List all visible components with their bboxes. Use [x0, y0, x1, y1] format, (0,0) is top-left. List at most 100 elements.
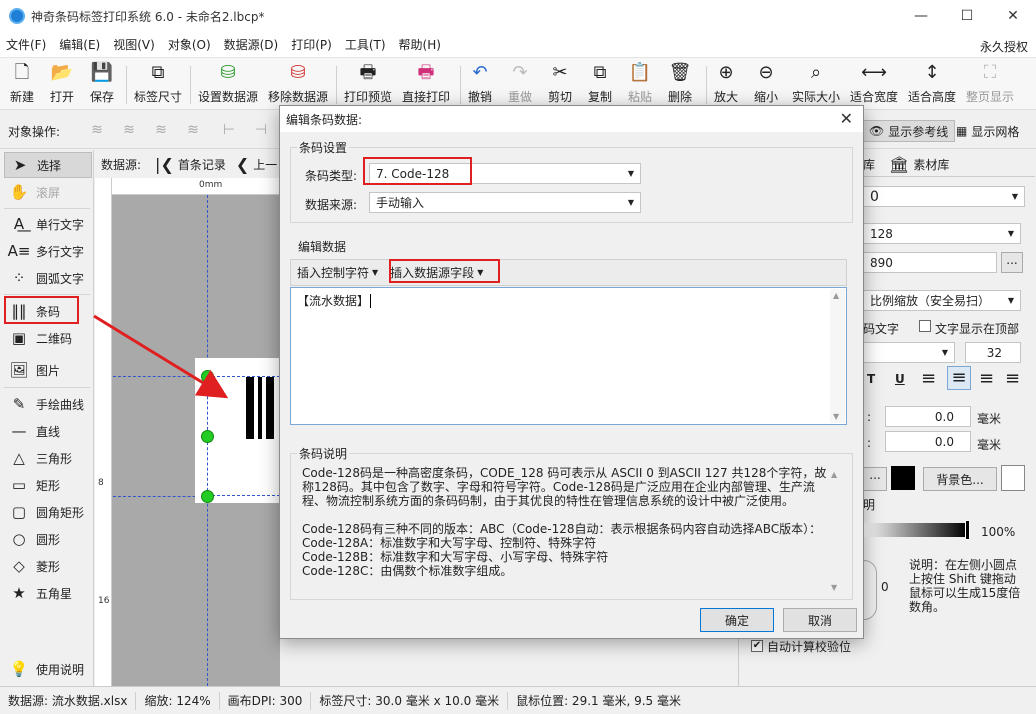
- underline-button[interactable]: U: [895, 372, 905, 386]
- help-button[interactable]: 💡 使用说明: [4, 656, 92, 682]
- align-center-icon[interactable]: ⊣: [252, 122, 270, 138]
- property-dropdown[interactable]: 0 ▼: [863, 186, 1025, 207]
- layer-bottom-icon[interactable]: ≋: [184, 122, 202, 138]
- layer-down-icon[interactable]: ≋: [152, 122, 170, 138]
- tool-select[interactable]: ➤ 选择: [4, 152, 92, 178]
- width-field[interactable]: 0.0: [885, 406, 971, 427]
- layer-top-icon[interactable]: ≋: [88, 122, 106, 138]
- insert-control-char-button[interactable]: 插入控制字符 ▼: [291, 261, 384, 284]
- resize-handle[interactable]: [201, 490, 214, 503]
- tool-round-rect[interactable]: ▢ 圆角矩形: [4, 499, 92, 525]
- fit-width-button[interactable]: ⟷ 适合宽度: [850, 62, 898, 105]
- paste-button[interactable]: 📋 粘贴: [628, 62, 652, 105]
- description-scrollbar[interactable]: ▲ ▼: [828, 464, 843, 594]
- cancel-button[interactable]: 取消: [783, 608, 857, 632]
- tool-qrcode[interactable]: ▣ 二维码: [4, 325, 92, 351]
- scroll-up-icon[interactable]: ▲: [831, 470, 837, 479]
- font-dropdown[interactable]: ▼: [863, 342, 955, 363]
- menu-object[interactable]: 对象(O): [162, 36, 216, 53]
- height-field[interactable]: 0.0: [885, 431, 971, 452]
- menu-edit[interactable]: 编辑(E): [53, 36, 105, 53]
- tool-line[interactable]: — 直线: [4, 418, 92, 444]
- close-window-button[interactable]: ✕: [990, 0, 1036, 32]
- resize-handle[interactable]: [201, 430, 214, 443]
- menu-print[interactable]: 打印(P): [285, 36, 337, 53]
- show-guides-toggle[interactable]: 👁 显示参考线: [862, 120, 956, 142]
- menu-file[interactable]: 文件(F): [0, 36, 51, 53]
- minimize-button[interactable]: —: [898, 0, 944, 32]
- barcode-type-dropdown[interactable]: 128 ▼: [863, 223, 1021, 244]
- first-record-button[interactable]: 首条记录: [178, 156, 226, 173]
- remove-datasource-button[interactable]: ⛁ 移除数据源: [268, 62, 328, 105]
- background-color-button[interactable]: 背景色...: [923, 467, 997, 491]
- zoom-in-button[interactable]: ⊕ 放大: [714, 62, 738, 105]
- resize-handle[interactable]: [201, 370, 214, 383]
- open-button[interactable]: 📂 打开: [50, 62, 74, 105]
- first-record-icon[interactable]: |❮: [155, 155, 174, 174]
- layer-up-icon[interactable]: ≋: [120, 122, 138, 138]
- fit-height-button[interactable]: ↕ 适合高度: [908, 62, 956, 105]
- save-button[interactable]: 💾 保存: [90, 62, 114, 105]
- new-button[interactable]: 🗋 新建: [10, 62, 34, 105]
- auto-checksum-checkbox[interactable]: ✔: [751, 640, 763, 652]
- tool-circle[interactable]: ○ 圆形: [4, 526, 92, 552]
- align-left-icon[interactable]: ≡: [921, 368, 936, 389]
- text-on-top-checkbox[interactable]: [919, 320, 931, 332]
- tool-diamond[interactable]: ◇ 菱形: [4, 553, 92, 579]
- full-page-button[interactable]: ⛶ 整页显示: [966, 62, 1014, 105]
- tool-rect[interactable]: ▭ 矩形: [4, 472, 92, 498]
- zoom-out-button[interactable]: ⊖ 缩小: [754, 62, 778, 105]
- menu-help[interactable]: 帮助(H): [393, 36, 446, 53]
- scroll-up-icon[interactable]: ▲: [833, 291, 839, 300]
- strike-button[interactable]: T: [867, 372, 875, 386]
- cut-button[interactable]: ✂ 剪切: [548, 62, 572, 105]
- tool-single-text[interactable]: A͟ 单行文字: [4, 211, 92, 237]
- tool-image[interactable]: 🖼 图片: [4, 357, 92, 383]
- show-grid-toggle[interactable]: ▦ 显示网格: [956, 120, 1019, 142]
- menu-view[interactable]: 视图(V): [107, 36, 160, 53]
- justify-icon[interactable]: ≡: [1005, 368, 1020, 389]
- transparency-slider[interactable]: [863, 523, 967, 537]
- redo-button[interactable]: ↷ 重做: [508, 62, 532, 105]
- data-source-select[interactable]: 手动输入 ▼: [369, 192, 641, 213]
- barcode-data-field[interactable]: 890: [863, 252, 997, 273]
- tool-multi-text[interactable]: A≡ 多行文字: [4, 238, 92, 264]
- prev-record-button[interactable]: 上一: [253, 156, 277, 173]
- barcode-object[interactable]: [207, 376, 280, 496]
- menu-tools[interactable]: 工具(T): [339, 36, 391, 53]
- editor-scrollbar[interactable]: ▲ ▼: [830, 289, 845, 423]
- undo-button[interactable]: ↶ 撤销: [468, 62, 492, 105]
- tool-scroll[interactable]: ✋ 滚屏: [4, 179, 92, 205]
- prev-record-icon[interactable]: ❮: [236, 155, 249, 174]
- tool-arc-text[interactable]: ⁘ 圆弧文字: [4, 265, 92, 291]
- menu-datasource[interactable]: 数据源(D): [218, 36, 284, 53]
- scale-mode-dropdown[interactable]: 比例缩放（安全易扫） ▼: [863, 290, 1021, 311]
- tool-triangle[interactable]: △ 三角形: [4, 445, 92, 471]
- ok-button[interactable]: 确定: [700, 608, 774, 632]
- barcode-data-editor[interactable]: 【流水数据】 ▲ ▼: [290, 287, 847, 425]
- transparency-slider-thumb[interactable]: [965, 520, 970, 540]
- color-picker-button[interactable]: ...: [863, 467, 887, 491]
- delete-button[interactable]: 🗑 删除: [668, 62, 692, 105]
- print-preview-button[interactable]: 🖶 打印预览: [344, 62, 392, 105]
- tool-star[interactable]: ★ 五角星: [4, 580, 92, 606]
- dialog-close-button[interactable]: ✕: [840, 109, 853, 128]
- label-size-button[interactable]: ⧉ 标签尺寸: [134, 62, 182, 105]
- copy-button[interactable]: ⧉ 复制: [588, 62, 612, 105]
- edit-data-button[interactable]: ...: [1001, 252, 1023, 273]
- align-center-icon[interactable]: ≡: [947, 366, 971, 390]
- maximize-button[interactable]: ☐: [944, 0, 990, 32]
- align-right-icon[interactable]: ≡: [979, 368, 994, 389]
- foreground-color-swatch[interactable]: [891, 466, 915, 490]
- scroll-down-icon[interactable]: ▼: [831, 583, 837, 592]
- align-left-icon[interactable]: ⊢: [220, 122, 238, 138]
- tab-material-library[interactable]: 素材库: [913, 156, 949, 173]
- tab-library[interactable]: 库: [863, 156, 875, 173]
- license-label[interactable]: 永久授权: [980, 38, 1028, 55]
- actual-size-button[interactable]: ⌕ 实际大小: [792, 62, 840, 105]
- background-color-swatch[interactable]: [1001, 465, 1025, 491]
- direct-print-button[interactable]: 🖶 直接打印: [402, 62, 450, 105]
- font-size-field[interactable]: 32: [965, 342, 1021, 363]
- set-datasource-button[interactable]: ⛁ 设置数据源: [198, 62, 258, 105]
- design-canvas[interactable]: 0mm 8 16: [95, 178, 280, 686]
